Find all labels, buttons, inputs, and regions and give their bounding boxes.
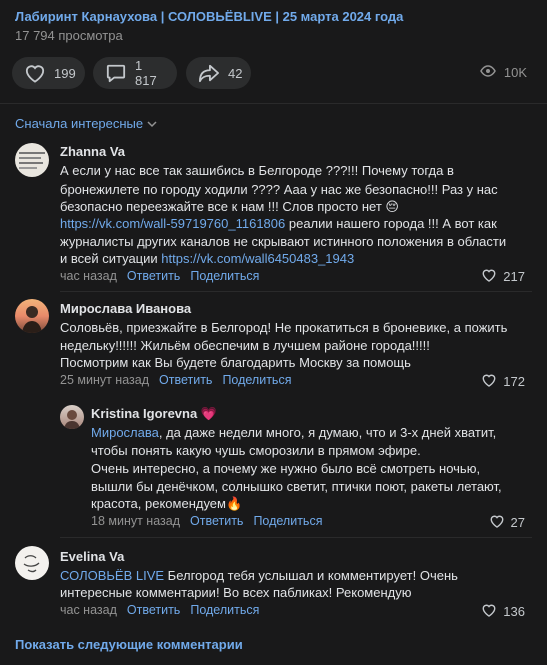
comment-link[interactable]: https://vk.com/wall6450483_1943: [161, 251, 354, 266]
comment-text-line: чтобы понять какую чушь сморозили в прям…: [91, 443, 421, 458]
mention-link[interactable]: СОЛОВЬЁВ LIVE: [60, 568, 164, 583]
avatar[interactable]: [60, 405, 84, 429]
like-button[interactable]: 199: [12, 57, 85, 89]
reply-button[interactable]: Ответить: [127, 269, 180, 283]
comment-time[interactable]: час назад: [60, 269, 117, 283]
comment-text-line: Посмотрим как Вы будете благодарить Моск…: [60, 355, 411, 370]
comment-text-segment: и всей ситуации: [60, 251, 162, 266]
comment-text-line: https://vk.com/wall-59719760_1161806 реа…: [60, 214, 497, 233]
comment-like-count: 172: [503, 374, 525, 389]
comment-separator: [60, 537, 532, 538]
comment-author[interactable]: Evelina Va: [60, 549, 124, 564]
share-button[interactable]: 42: [186, 57, 251, 89]
eye-icon: [480, 65, 496, 80]
like-count: 199: [54, 65, 76, 81]
comment-like-count: 27: [510, 515, 525, 530]
chevron-down-icon: [147, 116, 157, 131]
comment-meta: час назад Ответить Поделиться: [60, 269, 259, 283]
comment-text-segment: Белгород тебя услышал и комментирует! Оч…: [164, 568, 458, 583]
mention-link[interactable]: Мирослава: [91, 425, 159, 440]
comment-author[interactable]: Kristina Igorevna 💗: [91, 406, 217, 422]
comment-author-name: Kristina Igorevna: [91, 406, 198, 421]
comment-time[interactable]: час назад: [60, 603, 117, 617]
comment-text-line: Мирослава, да даже недели много, я думаю…: [91, 423, 496, 442]
comment-like-count: 136: [503, 604, 525, 619]
comment-text-line: Очень интересно, а почему же нужно было …: [91, 461, 481, 476]
views-indicator: 10K: [480, 65, 527, 80]
comments-button[interactable]: 1 817: [93, 57, 177, 89]
avatar[interactable]: [15, 299, 49, 333]
share-link[interactable]: Поделиться: [222, 373, 291, 387]
share-link[interactable]: Поделиться: [253, 514, 322, 528]
comment-like-button[interactable]: 136: [481, 603, 525, 620]
comment-count: 1 817: [135, 58, 157, 88]
sort-dropdown[interactable]: Сначала интересные: [15, 116, 157, 131]
comment-like-button[interactable]: 217: [481, 268, 525, 285]
divider: [0, 103, 547, 104]
comment-link[interactable]: https://vk.com/wall-59719760_1161806: [60, 216, 285, 231]
comment-text-segment: реалии нашего города !!! А вот как: [285, 216, 497, 231]
comment-author[interactable]: Мирослава Иванова: [60, 301, 191, 316]
comment-text-line: Соловьёв, приезжайте в Белгород! Не прок…: [60, 320, 508, 335]
comment-like-button[interactable]: 27: [489, 514, 525, 531]
reply-button[interactable]: Ответить: [127, 603, 180, 617]
comment-like-button[interactable]: 172: [481, 373, 525, 390]
heart-emoji-icon: 💗: [200, 406, 218, 421]
avatar[interactable]: [15, 143, 49, 177]
heart-icon: [481, 373, 497, 390]
heart-icon: [481, 268, 497, 285]
avatar[interactable]: [15, 546, 49, 580]
comment-meta: 25 минут назад Ответить Поделиться: [60, 373, 291, 387]
comment-time[interactable]: 25 минут назад: [60, 373, 149, 387]
comment-text-line: и всей ситуации https://vk.com/wall64504…: [60, 249, 354, 268]
heart-icon: [481, 603, 497, 620]
comment-icon: [105, 63, 127, 83]
comment-like-count: 217: [503, 269, 525, 284]
comment-separator: [60, 291, 532, 292]
reply-button[interactable]: Ответить: [190, 514, 243, 528]
comment-time[interactable]: 18 минут назад: [91, 514, 180, 528]
show-more-comments-button[interactable]: Показать следующие комментарии: [15, 637, 243, 652]
post-title[interactable]: Лабиринт Карнаухова | СОЛОВЬЁВLIVE | 25 …: [15, 9, 403, 24]
comment-meta: час назад Ответить Поделиться: [60, 603, 259, 617]
share-link[interactable]: Поделиться: [190, 269, 259, 283]
sort-label: Сначала интересные: [15, 116, 144, 131]
share-icon: [198, 63, 220, 83]
views-short: 10K: [503, 65, 527, 80]
heart-icon: [24, 63, 46, 83]
comment-meta: 18 минут назад Ответить Поделиться: [91, 514, 322, 528]
views-count: 17 794 просмотра: [15, 28, 123, 43]
comment-text-segment: , да даже недели много, я думаю, что и 3…: [158, 425, 497, 440]
heart-icon: [489, 514, 505, 531]
comment-author[interactable]: Zhanna Va: [60, 144, 125, 159]
share-count: 42: [228, 65, 243, 81]
share-link[interactable]: Поделиться: [190, 603, 259, 617]
comment-text-line: интересные комментарии! Во всех пабликах…: [60, 585, 412, 600]
comment-text-line: красота, рекомендуем🔥: [91, 496, 243, 511]
comment-text-line: А если у нас все так зашибись в Белгород…: [60, 163, 454, 178]
reply-button[interactable]: Ответить: [159, 373, 212, 387]
